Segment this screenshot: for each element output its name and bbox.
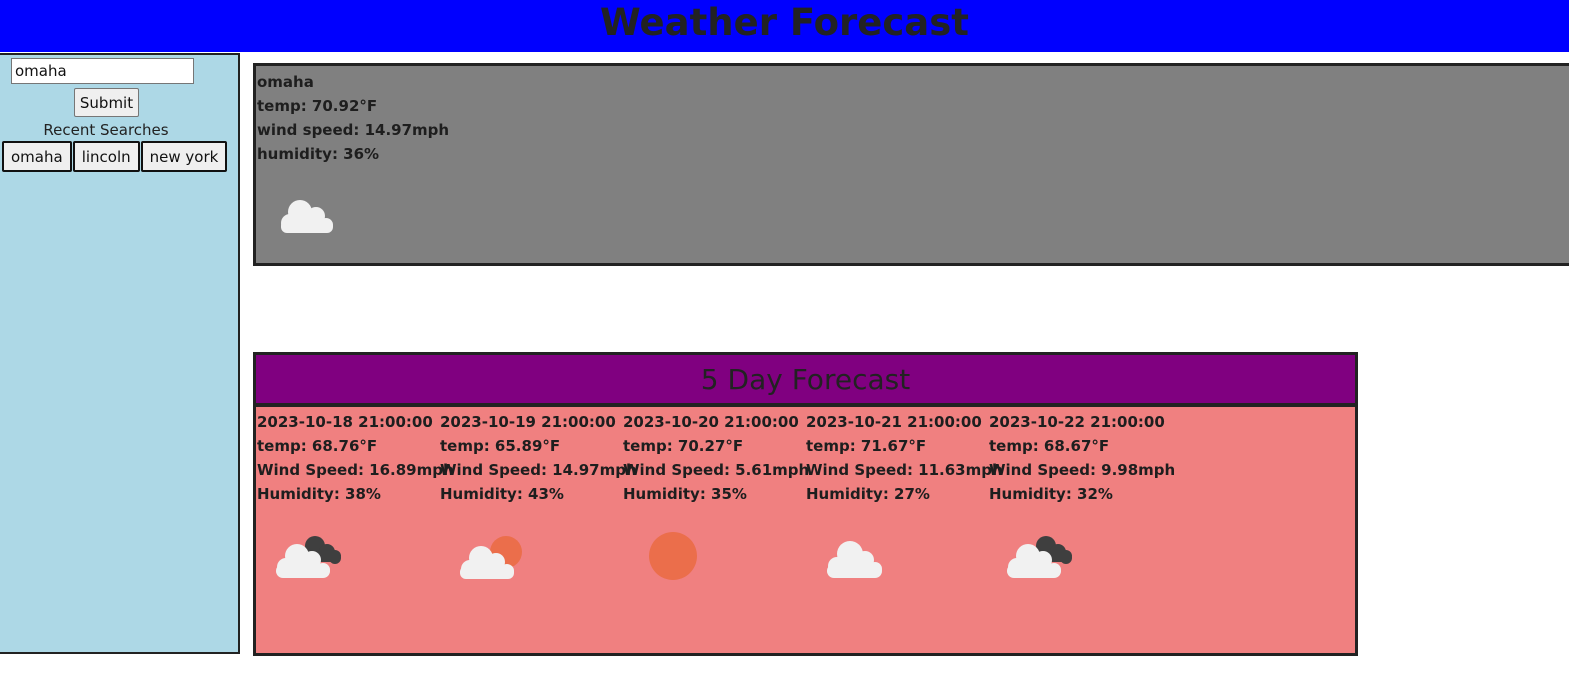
- forecast-temp: temp: 65.89°F: [440, 437, 561, 455]
- forecast-header: 5 Day Forecast: [253, 352, 1358, 406]
- forecast-date: 2023-10-19 21:00:00: [440, 413, 616, 431]
- forecast-date: 2023-10-18 21:00:00: [257, 413, 433, 431]
- forecast-day-card: 2023-10-21 21:00:00 temp: 71.67°F Wind S…: [806, 410, 1003, 578]
- forecast-title: 5 Day Forecast: [700, 363, 911, 396]
- cloud-icon: [281, 200, 333, 233]
- recent-search-button[interactable]: new york: [140, 141, 228, 172]
- forecast-day-card: 2023-10-22 21:00:00 temp: 68.67°F Wind S…: [989, 410, 1176, 578]
- forecast-day-card: 2023-10-19 21:00:00 temp: 65.89°F Wind S…: [440, 410, 637, 579]
- current-weather-card: omaha temp: 70.92°F wind speed: 14.97mph…: [253, 63, 1569, 266]
- recent-searches-label: Recent Searches: [43, 121, 169, 139]
- broken-clouds-icon: [1007, 536, 1072, 578]
- forecast-date: 2023-10-21 21:00:00: [806, 413, 982, 431]
- search-input[interactable]: [11, 58, 194, 84]
- recent-search-button[interactable]: lincoln: [72, 141, 140, 172]
- cloud-icon: [827, 541, 882, 578]
- recent-search-button[interactable]: omaha: [2, 141, 72, 172]
- forecast-wind: Wind Speed: 16.89mph: [257, 461, 454, 479]
- page-header: Weather Forecast: [0, 0, 1569, 52]
- page-title: Weather Forecast: [600, 1, 969, 44]
- forecast-temp: temp: 70.27°F: [623, 437, 744, 455]
- partly-cloudy-icon: [460, 536, 522, 579]
- recent-searches-list: omaha lincoln new york: [2, 141, 228, 172]
- current-city: omaha: [257, 73, 314, 91]
- broken-clouds-icon: [276, 536, 341, 578]
- sun-icon: [649, 532, 697, 580]
- current-wind: wind speed: 14.97mph: [257, 121, 450, 139]
- forecast-temp: temp: 68.67°F: [989, 437, 1110, 455]
- forecast-date: 2023-10-22 21:00:00: [989, 413, 1165, 431]
- forecast-temp: temp: 71.67°F: [806, 437, 927, 455]
- forecast-wind: Wind Speed: 5.61mph: [623, 461, 810, 479]
- forecast-humidity: Humidity: 43%: [440, 485, 564, 503]
- forecast-day-card: 2023-10-18 21:00:00 temp: 68.76°F Wind S…: [257, 410, 454, 578]
- forecast-temp: temp: 68.76°F: [257, 437, 378, 455]
- forecast-wind: Wind Speed: 9.98mph: [989, 461, 1176, 479]
- forecast-wind: Wind Speed: 14.97mph: [440, 461, 637, 479]
- forecast-humidity: Humidity: 35%: [623, 485, 747, 503]
- current-humidity: humidity: 36%: [257, 145, 380, 163]
- forecast-humidity: Humidity: 27%: [806, 485, 930, 503]
- forecast-date: 2023-10-20 21:00:00: [623, 413, 799, 431]
- forecast-day-card: 2023-10-20 21:00:00 temp: 70.27°F Wind S…: [623, 410, 810, 580]
- forecast-humidity: Humidity: 38%: [257, 485, 381, 503]
- forecast-humidity: Humidity: 32%: [989, 485, 1113, 503]
- submit-button[interactable]: Submit: [74, 88, 139, 117]
- forecast-wind: Wind Speed: 11.63mph: [806, 461, 1003, 479]
- sidebar: Submit Recent Searches omaha lincoln new…: [0, 53, 240, 654]
- forecast-list: 2023-10-18 21:00:00 temp: 68.76°F Wind S…: [253, 404, 1358, 656]
- current-temp: temp: 70.92°F: [257, 97, 378, 115]
